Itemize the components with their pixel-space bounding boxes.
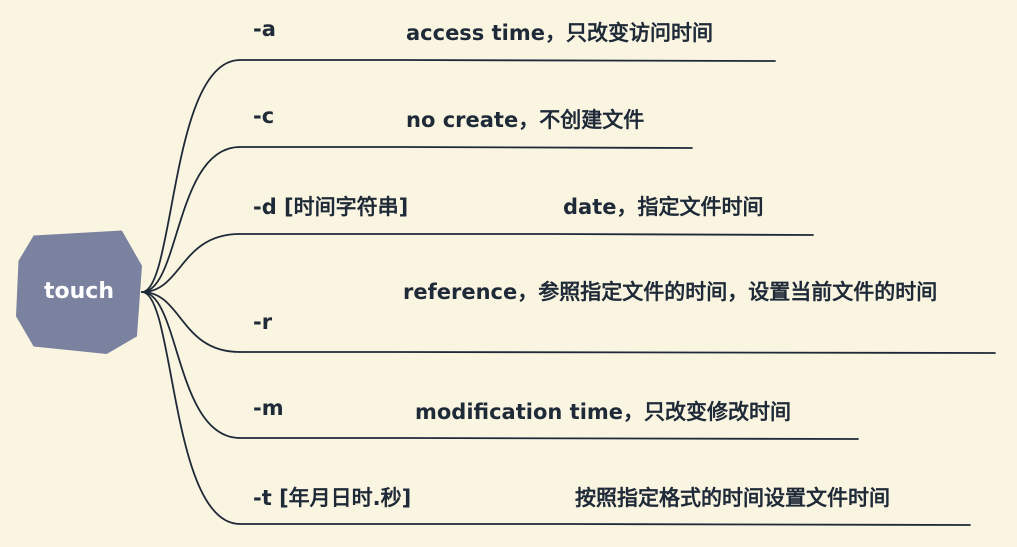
branch-option-t: -t [年月日时.秒]: [253, 486, 412, 510]
branch-desc-m: modification time，只改变修改时间: [415, 400, 792, 424]
branch-desc-a: access time，只改变访问时间: [406, 21, 713, 45]
branch-desc-r: reference，参照指定文件的时间，设置当前文件的时间: [403, 280, 938, 304]
underline-m: [239, 437, 859, 440]
underline-t: [239, 523, 971, 526]
mind-map: touch -a access time，只改变访问时间 -c no creat…: [0, 0, 1017, 547]
underline-a: [239, 59, 776, 62]
underline-d: [239, 233, 814, 236]
underline-r: [239, 351, 996, 354]
connector-t: [141, 291, 241, 525]
branch-option-r: -r: [253, 310, 273, 334]
root-label: touch: [44, 278, 114, 304]
branch-option-c: -c: [253, 104, 275, 128]
branch-desc-c: no create，不创建文件: [406, 108, 645, 132]
branch-desc-t: 按照指定格式的时间设置文件时间: [575, 486, 890, 510]
connector-lines: [141, 59, 996, 526]
connector-a: [141, 59, 241, 293]
root-node: touch: [16, 230, 142, 354]
branch-desc-d: date，指定文件时间: [563, 195, 764, 219]
branch-option-m: -m: [253, 396, 284, 420]
underline-c: [239, 146, 693, 149]
branch-option-d: -d [时间字符串]: [253, 195, 409, 219]
branch-option-a: -a: [253, 17, 276, 41]
